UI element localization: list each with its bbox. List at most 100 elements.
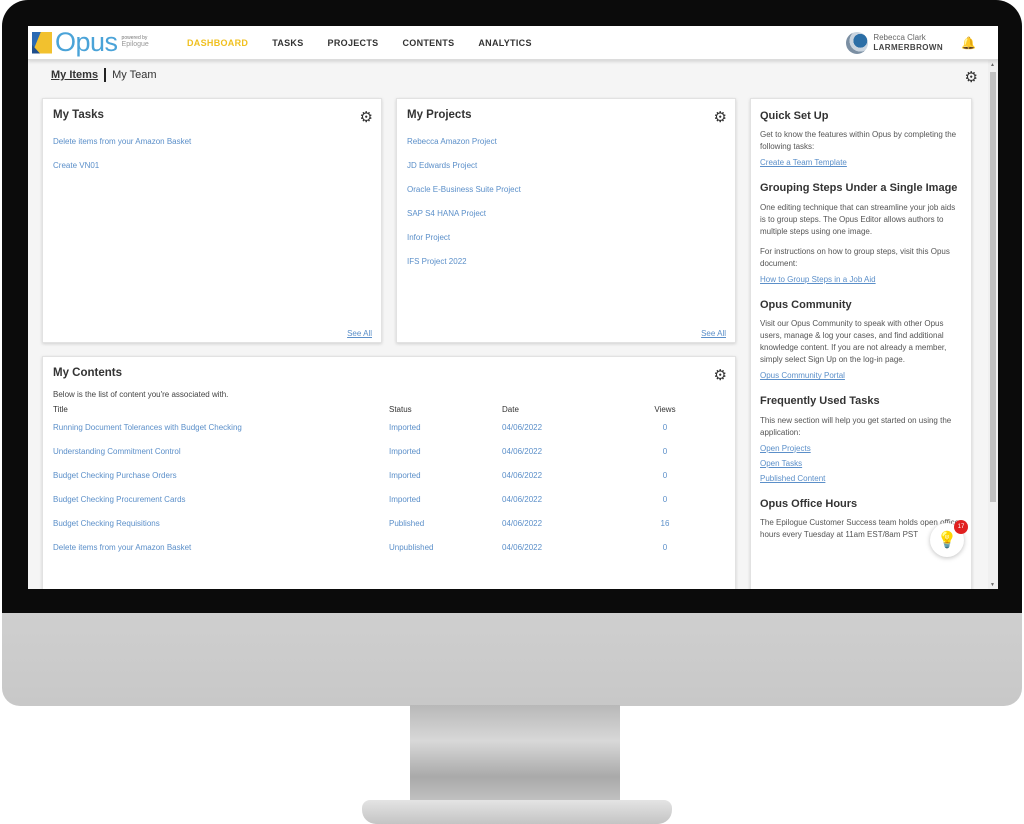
task-link[interactable]: Delete items from your Amazon Basket bbox=[53, 137, 191, 146]
nav-projects[interactable]: PROJECTS bbox=[328, 38, 379, 48]
content-title-link[interactable]: Understanding Commitment Control bbox=[53, 447, 389, 456]
content-title-link[interactable]: Budget Checking Requisitions bbox=[53, 519, 389, 528]
lightbulb-icon: 💡 bbox=[937, 532, 957, 549]
app-screen: Opus powered by Epilogue DASHBOARD TASKS … bbox=[28, 26, 998, 589]
main-nav: DASHBOARD TASKS PROJECTS CONTENTS ANALYT… bbox=[187, 38, 556, 48]
project-link[interactable]: Rebecca Amazon Project bbox=[407, 137, 521, 146]
content-date[interactable]: 04/06/2022 bbox=[502, 471, 645, 480]
my-tasks-gear-icon[interactable]: ⚙ bbox=[360, 108, 373, 126]
my-contents-title: My Contents bbox=[53, 367, 122, 379]
content-title-link[interactable]: Budget Checking Purchase Orders bbox=[53, 471, 389, 480]
my-projects-title: My Projects bbox=[407, 109, 472, 121]
nav-dashboard[interactable]: DASHBOARD bbox=[187, 38, 248, 48]
my-tasks-title: My Tasks bbox=[53, 109, 104, 121]
table-header: Title Status Date Views bbox=[53, 405, 693, 414]
office-hours-title: Opus Office Hours bbox=[760, 497, 858, 510]
project-link[interactable]: SAP S4 HANA Project bbox=[407, 209, 521, 218]
project-link[interactable]: Infor Project bbox=[407, 233, 521, 242]
column-header-views[interactable]: Views bbox=[645, 405, 685, 414]
my-projects-card: My Projects ⚙ Rebecca Amazon Project JD … bbox=[396, 98, 736, 343]
task-link[interactable]: Create VN01 bbox=[53, 161, 191, 170]
opus-logo-icon bbox=[32, 31, 52, 54]
column-header-date[interactable]: Date bbox=[502, 405, 645, 414]
tasks-see-all-link[interactable]: See All bbox=[347, 329, 372, 338]
project-link[interactable]: JD Edwards Project bbox=[407, 161, 521, 170]
content-views: 0 bbox=[662, 447, 668, 456]
opus-community-section: Opus Community Visit our Opus Community … bbox=[760, 298, 962, 380]
logo-text: Opus bbox=[55, 27, 118, 57]
my-contents-gear-icon[interactable]: ⚙ bbox=[714, 366, 727, 384]
table-row: Running Document Tolerances with Budget … bbox=[53, 423, 693, 432]
tab-my-team[interactable]: My Team bbox=[112, 69, 156, 81]
published-content-link[interactable]: Published Content bbox=[760, 474, 962, 483]
group-steps-link[interactable]: How to Group Steps in a Job Aid bbox=[760, 275, 962, 284]
page-scrollbar[interactable]: ▲ ▼ bbox=[988, 60, 998, 589]
table-row: Budget Checking Procurement Cards Import… bbox=[53, 495, 693, 504]
column-header-status[interactable]: Status bbox=[389, 405, 502, 414]
nav-tasks[interactable]: TASKS bbox=[272, 38, 303, 48]
content-status[interactable]: Unpublished bbox=[389, 543, 502, 552]
scroll-down-arrow-icon[interactable]: ▼ bbox=[990, 582, 995, 588]
table-row: Budget Checking Purchase Orders Imported… bbox=[53, 471, 693, 480]
tips-count-badge: 17 bbox=[954, 520, 968, 534]
content-date[interactable]: 04/06/2022 bbox=[502, 423, 645, 432]
content-status[interactable]: Imported bbox=[389, 471, 502, 480]
content-views: 0 bbox=[662, 495, 668, 504]
grouping-steps-section: Grouping Steps Under a Single Image One … bbox=[760, 181, 962, 283]
user-menu[interactable]: Rebecca Clark LARMERBROWN 🔔 bbox=[846, 31, 976, 54]
my-projects-gear-icon[interactable]: ⚙ bbox=[714, 108, 727, 126]
user-organization: LARMERBROWN bbox=[873, 42, 944, 52]
my-contents-card: My Contents ⚙ Below is the list of conte… bbox=[42, 356, 736, 589]
content-status[interactable]: Imported bbox=[389, 447, 502, 456]
logo-powered-by: powered by Epilogue bbox=[121, 34, 149, 49]
create-team-template-link[interactable]: Create a Team Template bbox=[760, 158, 962, 167]
avatar[interactable] bbox=[846, 31, 869, 54]
content-date[interactable]: 04/06/2022 bbox=[502, 495, 645, 504]
scrollbar-thumb[interactable] bbox=[990, 72, 996, 502]
tips-button[interactable]: 💡 17 bbox=[930, 520, 968, 557]
open-projects-link[interactable]: Open Projects bbox=[760, 444, 962, 453]
scroll-up-arrow-icon[interactable]: ▲ bbox=[990, 62, 995, 68]
table-row: Budget Checking Requisitions Published 0… bbox=[53, 519, 693, 528]
content-date[interactable]: 04/06/2022 bbox=[502, 447, 645, 456]
quick-setup-title: Quick Set Up bbox=[760, 110, 829, 122]
content-title-link[interactable]: Running Document Tolerances with Budget … bbox=[53, 423, 389, 432]
monitor-stand-base bbox=[362, 800, 672, 824]
epilogue-brand: Epilogue bbox=[121, 41, 149, 49]
user-name: Rebecca Clark bbox=[873, 32, 926, 42]
grouping-steps-text-2: For instructions on how to group steps, … bbox=[760, 246, 950, 268]
content-status[interactable]: Imported bbox=[389, 423, 502, 432]
grouping-steps-text: One editing technique that can streamlin… bbox=[760, 202, 956, 236]
content-status[interactable]: Imported bbox=[389, 495, 502, 504]
monitor-chin bbox=[2, 613, 1022, 706]
quick-setup-section: Quick Set Up Get to know the features wi… bbox=[760, 109, 962, 167]
project-link[interactable]: Oracle E-Business Suite Project bbox=[407, 185, 521, 194]
dashboard-settings-gear-icon[interactable]: ⚙ bbox=[965, 68, 978, 86]
content-date[interactable]: 04/06/2022 bbox=[502, 519, 645, 528]
powered-by-label: powered by bbox=[121, 34, 148, 41]
task-list: Delete items from your Amazon Basket Cre… bbox=[53, 137, 191, 185]
content-status[interactable]: Published bbox=[389, 519, 502, 528]
open-tasks-link[interactable]: Open Tasks bbox=[760, 459, 962, 468]
tab-my-items[interactable]: My Items bbox=[51, 69, 98, 81]
my-tasks-card: My Tasks ⚙ Delete items from your Amazon… bbox=[42, 98, 382, 343]
quick-setup-text: Get to know the features within Opus by … bbox=[760, 130, 957, 152]
column-header-title[interactable]: Title bbox=[53, 405, 389, 414]
project-link[interactable]: IFS Project 2022 bbox=[407, 257, 521, 266]
nav-contents[interactable]: CONTENTS bbox=[402, 38, 454, 48]
content-title-link[interactable]: Delete items from your Amazon Basket bbox=[53, 543, 389, 552]
content-views: 0 bbox=[662, 543, 668, 552]
nav-analytics[interactable]: ANALYTICS bbox=[478, 38, 531, 48]
opus-community-title: Opus Community bbox=[760, 298, 852, 311]
top-navigation-bar: Opus powered by Epilogue DASHBOARD TASKS … bbox=[28, 26, 998, 60]
projects-see-all-link[interactable]: See All bbox=[701, 329, 726, 338]
community-portal-link[interactable]: Opus Community Portal bbox=[760, 371, 962, 380]
content-views: 0 bbox=[662, 423, 668, 432]
content-title-link[interactable]: Budget Checking Procurement Cards bbox=[53, 495, 389, 504]
content-date[interactable]: 04/06/2022 bbox=[502, 543, 645, 552]
opus-logo[interactable]: Opus powered by Epilogue bbox=[32, 29, 177, 56]
notification-bell-icon[interactable]: 🔔 bbox=[961, 36, 976, 50]
user-info: Rebecca Clark LARMERBROWN bbox=[873, 33, 943, 52]
content-views: 0 bbox=[662, 471, 668, 480]
my-contents-description: Below is the list of content you're asso… bbox=[53, 390, 229, 399]
